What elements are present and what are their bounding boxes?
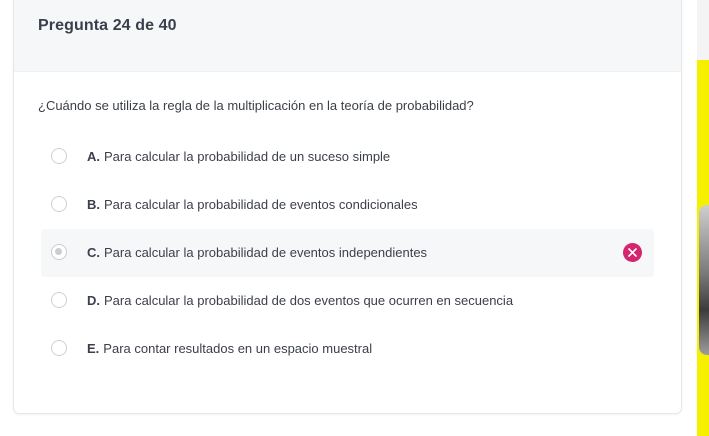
question-counter: Pregunta 24 de 40 bbox=[38, 17, 177, 34]
option-text: Para calcular la probabilidad de dos eve… bbox=[104, 293, 514, 308]
quiz-page: Pregunta 24 de 40 ¿Cuándo se utiliza la … bbox=[0, 0, 709, 436]
option-a[interactable]: A. Para calcular la probabilidad de un su… bbox=[41, 133, 654, 181]
radio-button[interactable] bbox=[51, 148, 67, 164]
close-icon bbox=[628, 248, 637, 257]
option-letter: A. bbox=[87, 149, 100, 164]
question-card: Pregunta 24 de 40 ¿Cuándo se utiliza la … bbox=[13, 0, 682, 414]
option-text: Para contar resultados en un espacio mue… bbox=[103, 341, 373, 356]
option-b[interactable]: B. Para calcular la probabilidad de event… bbox=[41, 181, 654, 229]
option-text: Para calcular la probabilidad de un suce… bbox=[104, 149, 391, 164]
radio-button[interactable] bbox=[51, 292, 67, 308]
question-text: ¿Cuándo se utiliza la regla de la multip… bbox=[38, 98, 474, 113]
side-image-fragment bbox=[699, 205, 709, 355]
option-text: Para calcular la probabilidad de eventos… bbox=[104, 197, 418, 212]
option-label: D. Para calcular la probabilidad de dos e… bbox=[87, 293, 513, 308]
option-c[interactable]: C. Para calcular la probabilidad de event… bbox=[41, 229, 654, 277]
option-label: A. Para calcular la probabilidad de un su… bbox=[87, 149, 390, 164]
close-circle-icon bbox=[623, 243, 642, 262]
question-card-header: Pregunta 24 de 40 bbox=[14, 0, 681, 72]
option-letter: B. bbox=[87, 197, 100, 212]
radio-button[interactable] bbox=[51, 196, 67, 212]
answer-options: A. Para calcular la probabilidad de un su… bbox=[41, 133, 654, 373]
option-text: Para calcular la probabilidad de eventos… bbox=[104, 245, 428, 260]
radio-button[interactable] bbox=[51, 340, 67, 356]
side-decoration-strip bbox=[697, 0, 709, 436]
option-letter: D. bbox=[87, 293, 100, 308]
option-label: E. Para contar resultados en un espacio m… bbox=[87, 341, 372, 356]
option-label: C. Para calcular la probabilidad de event… bbox=[87, 245, 427, 260]
radio-button-selected[interactable] bbox=[51, 244, 67, 260]
option-label: B. Para calcular la probabilidad de event… bbox=[87, 197, 418, 212]
option-d[interactable]: D. Para calcular la probabilidad de dos e… bbox=[41, 277, 654, 325]
option-letter: C. bbox=[87, 245, 100, 260]
option-e[interactable]: E. Para contar resultados en un espacio m… bbox=[41, 325, 654, 373]
option-letter: E. bbox=[87, 341, 100, 356]
